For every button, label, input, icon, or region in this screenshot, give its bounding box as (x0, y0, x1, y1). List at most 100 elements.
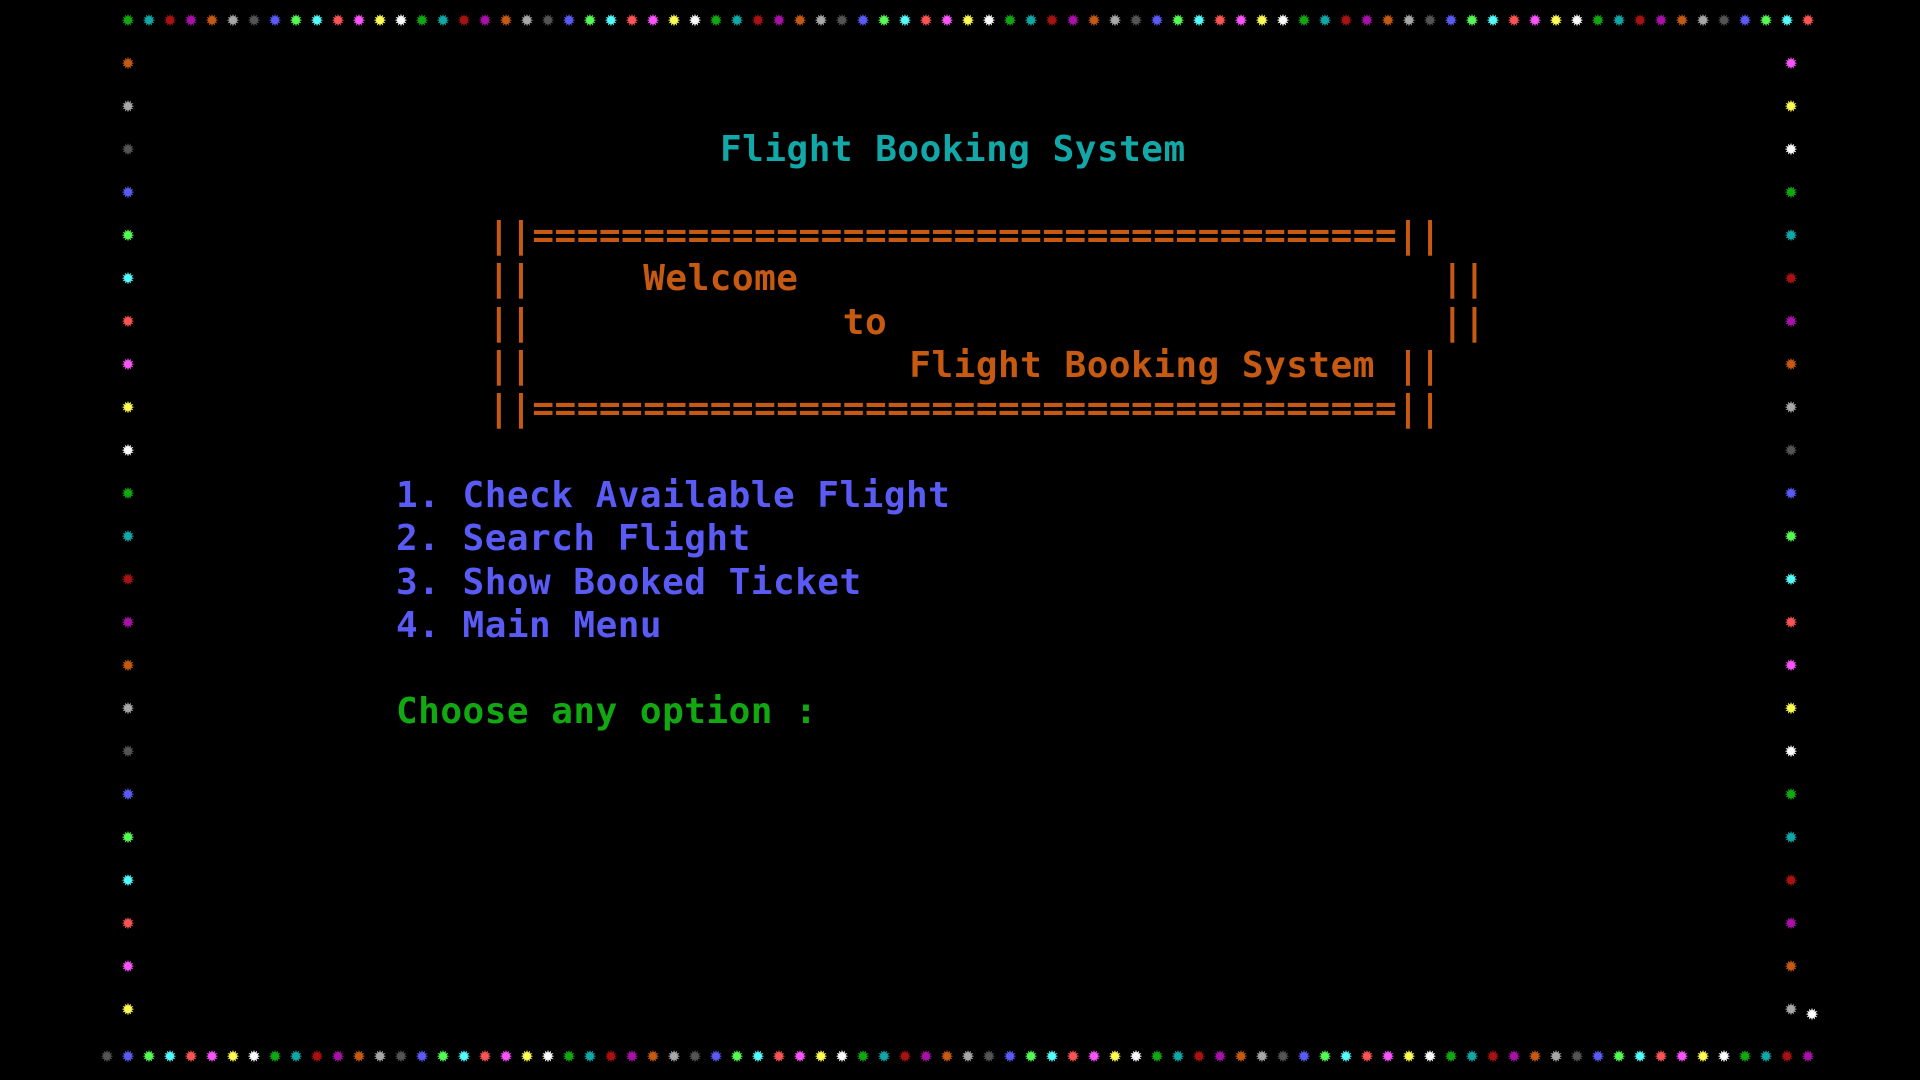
border-star-icon: ✹ (772, 7, 786, 32)
border-star-icon: ✹ (100, 1043, 114, 1068)
border-star-icon: ✹ (1192, 7, 1206, 32)
border-star-icon: ✹ (1003, 7, 1017, 32)
border-star-icon: ✹ (835, 7, 849, 32)
border-star-icon: ✹ (1213, 7, 1227, 32)
border-star-icon: ✹ (1780, 7, 1794, 32)
border-star-icon: ✹ (1784, 480, 1798, 505)
border-star-icon: ✹ (793, 7, 807, 32)
border-star-icon: ✹ (1696, 7, 1710, 32)
border-star-icon: ✹ (310, 7, 324, 32)
border-star-icon: ✹ (1276, 7, 1290, 32)
border-star-icon: ✹ (919, 1043, 933, 1068)
option-input[interactable] (808, 692, 1068, 735)
border-star-icon: ✹ (121, 824, 135, 849)
border-star-icon: ✹ (1528, 7, 1542, 32)
border-star-icon: ✹ (751, 7, 765, 32)
border-star-icon: ✹ (646, 7, 660, 32)
border-star-icon: ✹ (310, 1043, 324, 1068)
border-star-icon: ✹ (1150, 1043, 1164, 1068)
border-star-icon: ✹ (121, 93, 135, 118)
border-star-icon: ✹ (1234, 1043, 1248, 1068)
border-star-icon: ✹ (205, 7, 219, 32)
border-star-icon: ✹ (121, 695, 135, 720)
border-star-icon: ✹ (520, 7, 534, 32)
border-star-icon: ✹ (1784, 566, 1798, 591)
border-star-icon: ✹ (226, 7, 240, 32)
border-star-icon: ✹ (1129, 7, 1143, 32)
border-star-icon: ✹ (268, 7, 282, 32)
border-star-icon: ✹ (1402, 1043, 1416, 1068)
border-star-icon: ✹ (1784, 50, 1798, 75)
border-star-icon: ✹ (1528, 1043, 1542, 1068)
border-star-icon: ✹ (1696, 1043, 1710, 1068)
border-star-icon: ✹ (1675, 1043, 1689, 1068)
border-star-icon: ✹ (1591, 7, 1605, 32)
border-star-icon: ✹ (982, 1043, 996, 1068)
border-star-icon: ✹ (1087, 7, 1101, 32)
border-star-icon: ✹ (583, 1043, 597, 1068)
border-star-icon: ✹ (961, 1043, 975, 1068)
border-star-icon: ✹ (709, 7, 723, 32)
menu-item-main-menu[interactable]: 4. Main Menu (396, 604, 662, 647)
border-star-icon: ✹ (541, 7, 555, 32)
border-star-icon: ✹ (289, 7, 303, 32)
border-star-icon: ✹ (121, 50, 135, 75)
border-star-icon: ✹ (730, 1043, 744, 1068)
border-star-icon: ✹ (856, 7, 870, 32)
border-star-icon: ✹ (1507, 7, 1521, 32)
border-star-icon: ✹ (394, 7, 408, 32)
border-star-icon: ✹ (184, 1043, 198, 1068)
border-star-icon: ✹ (331, 7, 345, 32)
border-star-icon: ✹ (436, 7, 450, 32)
menu-item-check-available-flight[interactable]: 1. Check Available Flight (396, 474, 950, 517)
border-star-icon: ✹ (961, 7, 975, 32)
menu-item-search-flight[interactable]: 2. Search Flight (396, 517, 751, 560)
border-star-icon: ✹ (142, 7, 156, 32)
border-star-icon: ✹ (604, 7, 618, 32)
border-star-icon: ✹ (730, 7, 744, 32)
border-star-icon: ✹ (625, 1043, 639, 1068)
page-title: Flight Booking System (720, 129, 1186, 170)
border-star-icon: ✹ (1360, 7, 1374, 32)
border-star-icon: ✹ (1339, 1043, 1353, 1068)
border-star-icon: ✹ (163, 7, 177, 32)
border-star-icon: ✹ (1801, 7, 1815, 32)
border-star-icon: ✹ (1423, 1043, 1437, 1068)
border-star-icon: ✹ (1784, 394, 1798, 419)
border-star-icon: ✹ (1784, 824, 1798, 849)
border-star-icon: ✹ (415, 7, 429, 32)
border-star-icon: ✹ (352, 7, 366, 32)
border-star-icon: ✹ (1738, 7, 1752, 32)
border-star-icon: ✹ (1465, 1043, 1479, 1068)
border-star-icon: ✹ (1784, 652, 1798, 677)
border-star-icon: ✹ (1784, 523, 1798, 548)
border-star-icon: ✹ (1339, 7, 1353, 32)
border-star-icon: ✹ (1234, 7, 1248, 32)
border-star-icon: ✹ (1805, 1001, 1819, 1026)
border-star-icon: ✹ (247, 1043, 261, 1068)
border-star-icon: ✹ (1066, 1043, 1080, 1068)
border-star-icon: ✹ (1675, 7, 1689, 32)
border-star-icon: ✹ (562, 7, 576, 32)
border-star-icon: ✹ (688, 1043, 702, 1068)
border-star-icon: ✹ (688, 7, 702, 32)
border-star-icon: ✹ (247, 7, 261, 32)
menu-item-show-booked-ticket[interactable]: 3. Show Booked Ticket (396, 561, 862, 604)
border-star-icon: ✹ (898, 1043, 912, 1068)
border-star-icon: ✹ (205, 1043, 219, 1068)
border-star-icon: ✹ (121, 781, 135, 806)
border-star-icon: ✹ (1591, 1043, 1605, 1068)
border-star-icon: ✹ (121, 308, 135, 333)
border-star-icon: ✹ (1784, 867, 1798, 892)
border-star-icon: ✹ (877, 7, 891, 32)
border-star-icon: ✹ (289, 1043, 303, 1068)
border-star-icon: ✹ (121, 480, 135, 505)
border-star-icon: ✹ (1549, 1043, 1563, 1068)
border-star-icon: ✹ (793, 1043, 807, 1068)
border-star-icon: ✹ (121, 351, 135, 376)
border-star-icon: ✹ (1066, 7, 1080, 32)
border-star-icon: ✹ (1045, 1043, 1059, 1068)
border-star-icon: ✹ (499, 7, 513, 32)
border-star-icon: ✹ (1801, 1043, 1815, 1068)
border-star-icon: ✹ (541, 1043, 555, 1068)
